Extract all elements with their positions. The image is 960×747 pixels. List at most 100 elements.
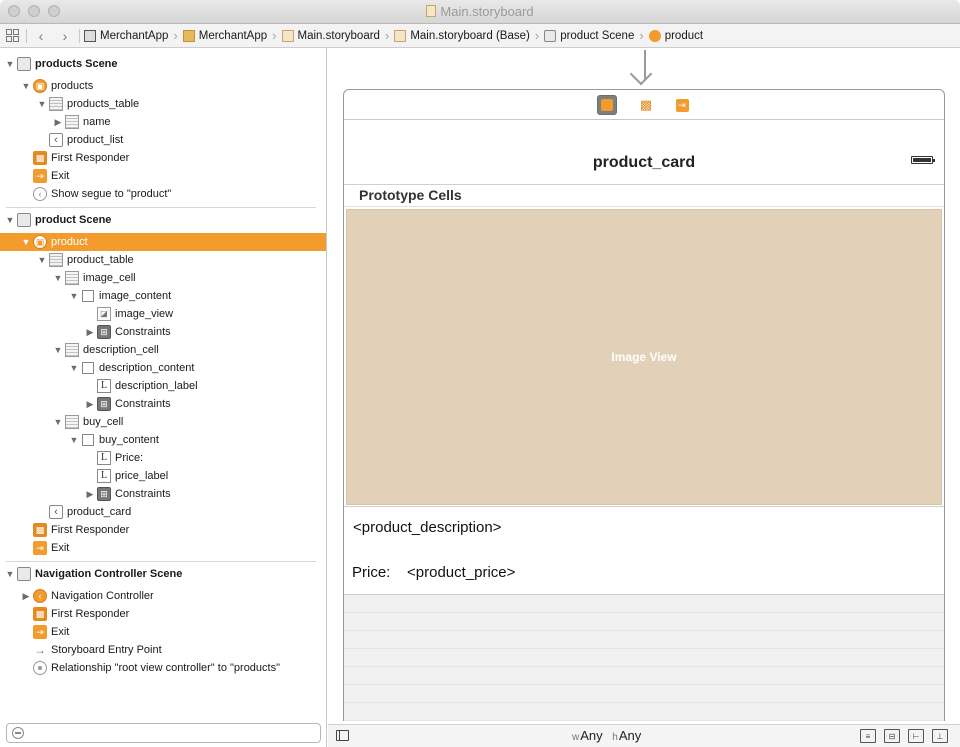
disclosure-down-icon[interactable]: ▼ [5,215,15,225]
back-button[interactable]: ‹ [29,24,53,48]
outline-item-buy-cell[interactable]: ▼ buy_cell [0,413,326,431]
disclosure-down-icon[interactable]: ▼ [69,291,79,301]
outline-item-first-responder[interactable]: ▩ First Responder [0,605,326,623]
related-items-button[interactable] [0,24,24,48]
toolbar-divider [79,28,80,43]
stack-icon[interactable]: ≡ [860,729,876,743]
disclosure-right-icon[interactable]: ▶ [85,399,95,410]
outline-item-navigation-controller[interactable]: ▶ ‹ Navigation Controller [0,587,326,605]
price-label[interactable]: <product_price> [407,564,515,581]
outline-item-relationship[interactable]: Relationship "root view controller" to "… [0,659,326,677]
disclosure-down-icon[interactable]: ▼ [53,345,63,355]
outline-item-exit[interactable]: ⇥ Exit [0,623,326,641]
align-icon[interactable]: ⊟ [884,729,900,743]
outline-item-constraints[interactable]: ▶ ⊞ Constraints [0,323,326,341]
crumb-storyboard[interactable]: Main.storyboard [280,29,382,42]
crumb-project[interactable]: MerchantApp [82,29,170,42]
disclosure-right-icon[interactable]: ▶ [53,117,63,128]
outline-item-exit[interactable]: ⇥ Exit [0,167,326,185]
resolve-issues-icon[interactable]: ⊥ [932,729,948,743]
outline-item-description-cell[interactable]: ▼ description_cell [0,341,326,359]
disclosure-down-icon[interactable]: ▼ [37,99,47,109]
chevron-right-icon: › [272,28,277,43]
crumb-view-controller[interactable]: product [647,29,705,42]
disclosure-right-icon[interactable]: ▶ [21,591,31,602]
outline-item-buy-content[interactable]: ▼ buy_content [0,431,326,449]
outline-item-product-list[interactable]: ‹ product_list [0,131,326,149]
product-scene[interactable]: ▩ product_card Prototype Cells Image Vie… [343,89,945,721]
outline-scene-products[interactable]: ▼ products Scene [0,55,326,73]
outline-scene-product[interactable]: ▼ product Scene [0,211,326,229]
price-static-label[interactable]: Price: [352,564,390,581]
disclosure-down-icon[interactable]: ▼ [53,417,63,427]
outline-item-image-cell[interactable]: ▼ image_cell [0,269,326,287]
disclosure-down-icon[interactable]: ▼ [21,81,31,91]
outline-item-price-label[interactable]: L price_label [0,467,326,485]
crumb-group[interactable]: MerchantApp [181,29,269,42]
image-view[interactable]: Image View [346,209,942,505]
outline-item-exit[interactable]: ⇥ Exit [0,539,326,557]
outline-item-constraints[interactable]: ▶ ⊞ Constraints [0,485,326,503]
outline-item-entry-point[interactable]: → Storyboard Entry Point [0,641,326,659]
navigation-title[interactable]: product_card [344,154,944,172]
crumb-label: MerchantApp [198,29,268,42]
crumb-scene[interactable]: product Scene [542,29,636,42]
canvas-bottom-bar: wAny hAny ≡ ⊟ ⊢ ⊥ [328,724,960,747]
disclosure-down-icon[interactable]: ▼ [69,435,79,445]
outline-item-product-card[interactable]: ‹ product_card [0,503,326,521]
size-class-button[interactable]: wAny hAny [572,728,641,743]
window-title: Main.storyboard [0,4,960,19]
scene-icon [17,213,31,227]
disclosure-down-icon[interactable]: ▼ [37,255,47,265]
outline-label: product_card [67,506,132,518]
disclosure-down-icon[interactable]: ▼ [69,363,79,373]
disclosure-down-icon[interactable]: ▼ [21,237,31,247]
crumb-storyboard-base[interactable]: Main.storyboard (Base) [392,29,532,42]
label-icon: L [97,379,111,393]
outline-item-price-static-label[interactable]: L Price: [0,449,326,467]
height-prefix: h [612,732,618,743]
pin-icon[interactable]: ⊢ [908,729,924,743]
outline-item-segue[interactable]: ‹ Show segue to "product" [0,185,326,203]
outline-item-description-content[interactable]: ▼ description_content [0,359,326,377]
outline-scene-navigation-controller[interactable]: ▼ Navigation Controller Scene [0,565,326,583]
disclosure-down-icon[interactable]: ▼ [5,59,15,69]
outline-item-product-table[interactable]: ▼ product_table [0,251,326,269]
table-cell-icon [65,271,79,285]
outline-item-products-table[interactable]: ▼ products_table [0,95,326,113]
outline-item-description-label[interactable]: L description_label [0,377,326,395]
view-controller-icon[interactable] [597,95,617,115]
outline-item-first-responder[interactable]: ▩ First Responder [0,149,326,167]
scene-icon [544,29,557,42]
outline-label: Storyboard Entry Point [51,644,162,656]
outline-label: First Responder [51,608,130,620]
outline-item-first-responder[interactable]: ▩ First Responder [0,521,326,539]
crumb-label: product [664,29,704,42]
disclosure-down-icon[interactable]: ▼ [53,273,63,283]
forward-button[interactable]: › [53,24,77,48]
outline-label: Constraints [115,398,171,410]
outline-filter-field[interactable] [6,723,321,743]
outline-item-image-view[interactable]: ◪ image_view [0,305,326,323]
table-cell-icon [65,415,79,429]
disclosure-right-icon[interactable]: ▶ [85,327,95,338]
image-view-icon: ◪ [97,307,111,321]
crumb-label: product Scene [560,29,635,42]
disclosure-down-icon[interactable]: ▼ [5,569,15,579]
navigation-bar[interactable]: product_card [344,120,944,185]
outline-label: buy_content [99,434,159,446]
description-label[interactable]: <product_description> [353,519,501,536]
outline-item-constraints[interactable]: ▶ ⊞ Constraints [0,395,326,413]
outline-item-name[interactable]: ▶ name [0,113,326,131]
table-view-icon [49,253,63,267]
toggle-outline-button[interactable] [336,730,349,741]
outline-item-products[interactable]: ▼ ▣ products [0,77,326,95]
outline-item-product[interactable]: ▼ ▣ product [0,233,326,251]
exit-icon[interactable] [672,95,692,115]
outline-item-image-content[interactable]: ▼ image_content [0,287,326,305]
disclosure-right-icon[interactable]: ▶ [85,489,95,500]
outline-label: product_table [67,254,134,266]
first-responder-icon[interactable]: ▩ [636,95,656,115]
prototype-cells-header: Prototype Cells [344,185,944,207]
scene-icon [17,567,31,581]
